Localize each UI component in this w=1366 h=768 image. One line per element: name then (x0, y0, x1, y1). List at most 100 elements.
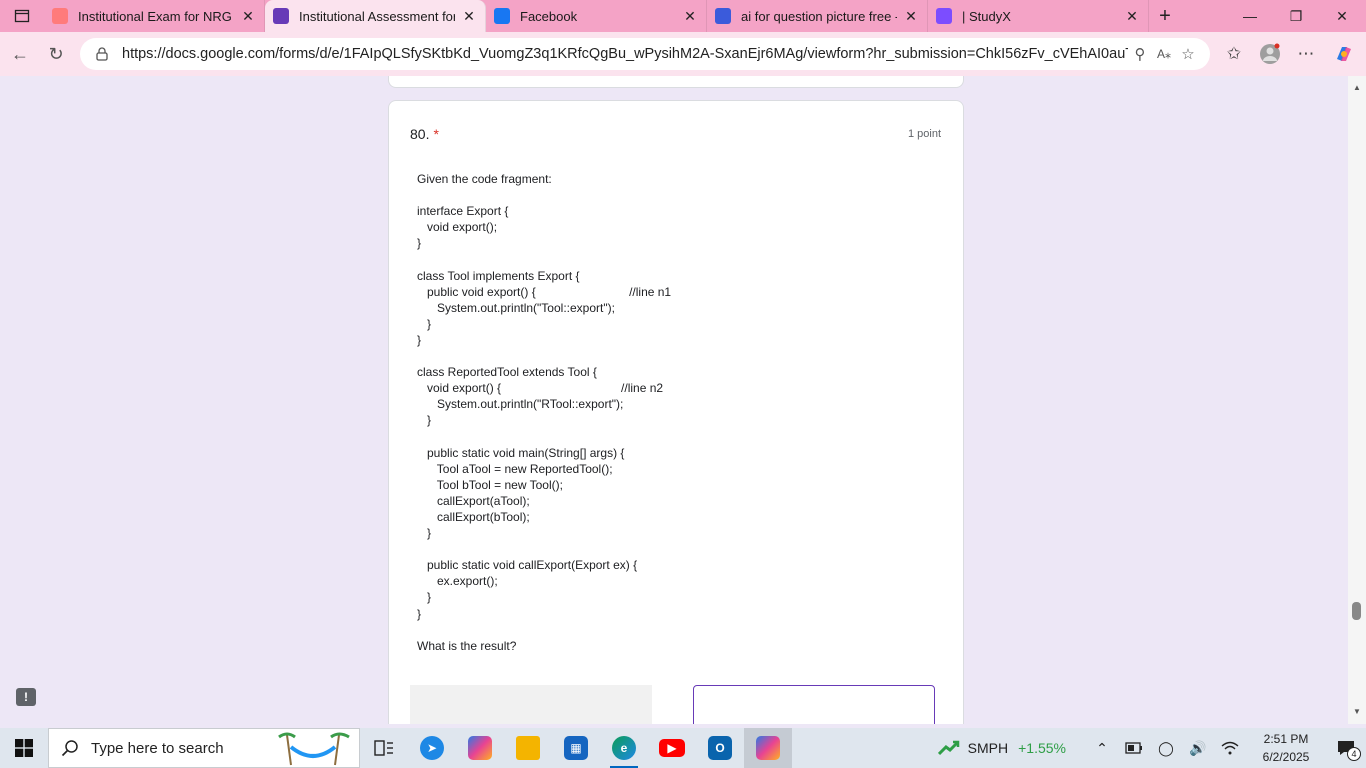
code-line: } (417, 332, 422, 347)
code-line: System.out.println("Tool::export"); (417, 300, 615, 315)
code-line: callExport(aTool); (417, 493, 530, 508)
folder-icon (516, 736, 540, 760)
tab-1[interactable]: Institutional Exam for NRG Jav ✕ (44, 0, 265, 32)
tab-close-icon[interactable]: ✕ (903, 8, 919, 24)
taskbar-app-youtube[interactable]: ▶ (648, 728, 696, 768)
close-window-button[interactable]: ✕ (1319, 0, 1365, 32)
tab-close-icon[interactable]: ✕ (682, 8, 698, 24)
clock-date: 6/2/2025 (1262, 750, 1310, 764)
code-line: class ReportedTool extends Tool { (417, 365, 597, 380)
tab-4[interactable]: ai for question picture free - S ✕ (707, 0, 928, 32)
m365-icon (756, 736, 780, 760)
address-bar[interactable]: https://docs.google.com/forms/d/e/1FAIpQ… (80, 38, 1210, 70)
feedback-icon[interactable]: ! (16, 688, 36, 706)
tab-bar: Institutional Exam for NRG Jav✕Instituti… (0, 0, 1366, 32)
volume-icon[interactable]: 🔊 (1182, 728, 1214, 768)
profile-avatar[interactable] (1252, 36, 1288, 72)
code-line: } (417, 590, 432, 605)
code-line: callExport(bTool); (417, 509, 530, 524)
scroll-up-arrow-icon[interactable]: ▲ (1348, 80, 1366, 94)
copilot-app-icon (468, 736, 492, 760)
tab-close-icon[interactable]: ✕ (240, 8, 256, 24)
page-scrollbar[interactable]: ▲ ▼ (1348, 76, 1366, 724)
code-line: System.out.println("RTool::export"); (417, 397, 624, 412)
stock-change: +1.55% (1018, 740, 1066, 756)
speed-icon: ➤ (420, 736, 444, 760)
tab-title: Facebook (520, 8, 578, 24)
code-line: void export() { //line n2 (417, 381, 664, 396)
clock-time: 2:51 PM (1263, 732, 1309, 746)
tab-close-icon[interactable]: ✕ (1124, 8, 1140, 24)
tab-title: Institutional Exam for NRG Jav (78, 8, 234, 24)
code-line: } (417, 526, 432, 541)
taskbar-app-m365[interactable] (744, 728, 792, 768)
tab-5[interactable]: | StudyX ✕ (928, 0, 1149, 32)
code-line: } (417, 413, 432, 428)
favorites-icon[interactable]: ✩ (1216, 36, 1252, 72)
meet-now-icon[interactable]: ◯ (1150, 728, 1182, 768)
taskbar-app-file-explorer[interactable] (504, 728, 552, 768)
windows-icon (15, 739, 33, 757)
code-line: public static void callExport(Export ex)… (417, 558, 638, 573)
code-line: public static void main(String[] args) { (417, 445, 625, 460)
youtube-icon: ▶ (659, 739, 685, 757)
taskbar-app-copilot[interactable] (456, 728, 504, 768)
facebook-icon (494, 8, 510, 24)
scroll-down-arrow-icon[interactable]: ▼ (1348, 704, 1366, 718)
tab-close-icon[interactable]: ✕ (461, 8, 477, 24)
taskbar: Type here to search ➤ ▦ e ▶ O SMPH +1.55… (0, 728, 1366, 768)
minimize-button[interactable]: — (1227, 0, 1273, 32)
copilot-icon[interactable] (1326, 36, 1362, 72)
site-info-icon[interactable] (90, 42, 114, 66)
answer-option-b[interactable] (693, 685, 935, 724)
taskbar-app-store[interactable]: ▦ (552, 728, 600, 768)
taskbar-search-box[interactable]: Type here to search (48, 728, 360, 768)
tab-2[interactable]: Institutional Assessment for Ja ✕ (265, 0, 486, 32)
start-button[interactable] (0, 728, 48, 768)
refresh-button[interactable]: ↻ (38, 36, 74, 72)
studyx-icon (936, 8, 952, 24)
answer-option-a[interactable] (410, 685, 652, 724)
code-line: } (417, 236, 422, 251)
wifi-icon[interactable] (1214, 728, 1246, 768)
code-line: void export(); (417, 220, 498, 235)
tab-actions-button[interactable] (0, 0, 44, 32)
notification-center-button[interactable]: 4 (1326, 728, 1366, 768)
zoom-icon[interactable]: ⚲ (1128, 42, 1152, 66)
search-icon (715, 8, 731, 24)
navigation-bar: ← ↻ https://docs.google.com/forms/d/e/1F… (0, 32, 1366, 76)
stock-widget[interactable]: SMPH +1.55% (937, 740, 1066, 756)
read-aloud-icon[interactable]: A⁎ (1152, 42, 1176, 66)
edge-icon: e (612, 736, 636, 760)
tab-actions-icon (14, 9, 30, 23)
battery-icon[interactable] (1118, 728, 1150, 768)
search-placeholder: Type here to search (91, 739, 224, 757)
url-text[interactable]: https://docs.google.com/forms/d/e/1FAIpQ… (122, 46, 1128, 62)
show-hidden-icons-chevron-up-icon[interactable]: ⌃ (1086, 728, 1118, 768)
task-view-button[interactable] (360, 728, 408, 768)
task-view-icon (374, 740, 393, 756)
required-mark: * (433, 126, 439, 142)
favorite-star-icon[interactable]: ☆ (1176, 42, 1200, 66)
taskbar-app-outlook[interactable]: O (696, 728, 744, 768)
store-icon: ▦ (564, 736, 588, 760)
scroll-thumb[interactable] (1352, 602, 1361, 620)
tab-title: ai for question picture free - S (741, 8, 897, 24)
clock[interactable]: 2:51 PM 6/2/2025 (1246, 730, 1326, 766)
tab-title: Institutional Assessment for Ja (299, 8, 455, 24)
form-page[interactable]: 80. * 1 point Given the code fragment: int… (0, 76, 1348, 724)
taskbar-app-edge[interactable]: e (600, 728, 648, 768)
tab-3[interactable]: Facebook ✕ (486, 0, 707, 32)
taskbar-app-speed[interactable]: ➤ (408, 728, 456, 768)
back-button[interactable]: ← (2, 36, 38, 72)
previous-question-card (388, 76, 964, 88)
new-tab-button[interactable]: + (1149, 0, 1181, 32)
code-line: class Tool implements Export { (417, 268, 580, 283)
more-menu-icon[interactable]: ⋯ (1288, 36, 1324, 72)
restore-button[interactable]: ❐ (1273, 0, 1319, 32)
